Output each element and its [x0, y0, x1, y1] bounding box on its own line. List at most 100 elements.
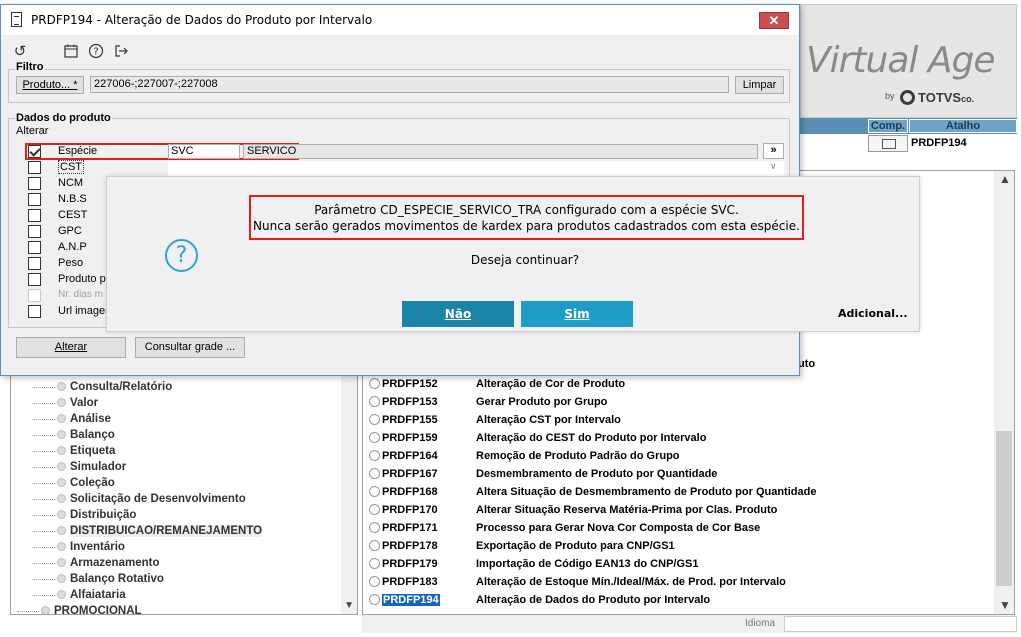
list-item[interactable]: PRDFP170 Alterar Situação Reserva Matéria… — [369, 501, 777, 519]
property-checkbox[interactable] — [28, 225, 41, 238]
list-item-code: PRDFP170 — [382, 504, 438, 516]
tree-scrollbar[interactable]: ▼ — [341, 373, 357, 614]
consultar-grade-button[interactable]: Consultar grade ... — [135, 337, 245, 358]
tree-item[interactable]: Solicitação de Desenvolvimento — [11, 491, 246, 507]
especie-description-field: SERVICO — [243, 144, 758, 159]
tree-item[interactable]: Consulta/Relatório — [11, 379, 172, 395]
list-scrollbar[interactable]: ▲ ▼ — [994, 171, 1014, 614]
tree-item[interactable]: Alfaiataria — [11, 587, 126, 603]
list-item-description: Importação de Código EAN13 do CNP/GS1 — [476, 558, 699, 570]
list-item-description: Processo para Gerar Nova Cor Composta de… — [476, 522, 761, 534]
property-checkbox[interactable] — [28, 305, 41, 318]
list-item[interactable]: PRDFP194 Alteração de Dados do Produto po… — [369, 591, 710, 609]
status-label-idioma: Idioma — [745, 618, 776, 629]
list-item-code: PRDFP155 — [382, 414, 438, 426]
property-checkbox[interactable] — [28, 273, 41, 286]
radio-icon — [369, 450, 380, 461]
tree-item[interactable]: Coleção — [11, 475, 115, 491]
tree-item-label: PROMOCIONAL — [54, 605, 142, 615]
tree-node-icon — [57, 462, 66, 471]
list-item-description: Alteração do CEST do Produto por Interva… — [476, 432, 707, 444]
tree-item[interactable]: Simulador — [11, 459, 126, 475]
tree-item[interactable]: Valor — [11, 395, 98, 411]
radio-icon — [369, 414, 380, 425]
close-button[interactable]: ✕ — [759, 12, 789, 29]
produto-button[interactable]: Produto... * — [16, 76, 84, 94]
list-item[interactable]: PRDFP153 Gerar Produto por Grupo — [369, 393, 607, 411]
column-header-comp[interactable]: Comp. — [868, 119, 908, 133]
property-checkbox[interactable] — [28, 209, 41, 222]
list-item-description: Remoção de Produto Padrão do Grupo — [476, 450, 680, 462]
property-checkbox[interactable] — [28, 289, 41, 302]
list-item[interactable]: PRDFP152 Alteração de Cor de Produto — [369, 375, 625, 393]
property-checkbox[interactable] — [28, 193, 41, 206]
calendar-icon[interactable] — [62, 43, 80, 61]
tree-item[interactable]: DISTRIBUICAO/REMANEJAMENTO — [11, 523, 263, 539]
list-item[interactable]: PRDFP155 Alteração CST por Intervalo — [369, 411, 621, 429]
adicional-button[interactable]: Adicional... — [838, 307, 908, 320]
tree-item[interactable]: Distribuição — [11, 507, 136, 523]
exit-icon[interactable] — [112, 43, 130, 61]
totvs-logo-text: TOTVSco. — [918, 90, 975, 105]
status-field-idioma[interactable] — [784, 616, 1017, 632]
list-item-code: PRDFP183 — [382, 576, 438, 588]
list-item-code: PRDFP178 — [382, 540, 438, 552]
property-checkbox[interactable] — [28, 241, 41, 254]
scroll-thumb[interactable] — [996, 431, 1012, 586]
tree-node-icon — [57, 398, 66, 407]
tree-item-label: Solicitação de Desenvolvimento — [70, 493, 246, 505]
list-item-description: Exportação de Produto para CNP/GS1 — [476, 540, 675, 552]
property-label: Produto p — [58, 273, 106, 285]
property-checkbox[interactable] — [28, 257, 41, 270]
tree-item[interactable]: Inventário — [11, 539, 125, 555]
property-checkbox[interactable] — [28, 177, 41, 190]
tree-item[interactable]: Balanço — [11, 427, 115, 443]
list-item[interactable]: PRDFP183 Alteração de Estoque Mín./Ideal/… — [369, 573, 786, 591]
nao-button[interactable]: Não — [402, 301, 514, 327]
tree-node-icon — [57, 542, 66, 551]
cst-field[interactable] — [168, 161, 784, 176]
tree-item[interactable]: Análise — [11, 411, 111, 427]
tree-item[interactable]: Etiqueta — [11, 443, 115, 459]
scroll-up-icon[interactable]: ▲ — [999, 172, 1011, 186]
radio-icon — [369, 396, 380, 407]
alterar-button[interactable]: Alterar — [16, 337, 126, 358]
list-item[interactable]: PRDFP171 Processo para Gerar Nova Cor Com… — [369, 519, 760, 537]
column-header-atalho[interactable]: Atalho — [909, 119, 1017, 133]
radio-icon — [369, 522, 380, 533]
list-item[interactable]: PRDFP179 Importação de Código EAN13 do CN… — [369, 555, 698, 573]
list-item-code: PRDFP194 — [382, 594, 440, 606]
title-bar[interactable]: PRDFP194 - Alteração de Dados do Produto… — [1, 5, 799, 35]
especie-code-input[interactable]: SVC — [168, 144, 240, 159]
limpar-button[interactable]: Limpar — [735, 76, 784, 94]
tree-node-icon — [57, 526, 66, 535]
list-item-description: Alterar Situação Reserva Matéria-Prima p… — [476, 504, 778, 516]
atalho-cell[interactable]: PRDFP194 — [911, 137, 967, 149]
tree-item-label: Balanço — [70, 429, 115, 441]
property-checkbox[interactable] — [28, 161, 41, 174]
comp-cell[interactable] — [868, 135, 908, 152]
list-item[interactable]: PRDFP159 Alteração do CEST do Produto por… — [369, 429, 706, 447]
list-item[interactable]: PRDFP178 Exportação de Produto para CNP/G… — [369, 537, 675, 555]
sim-button[interactable]: Sim — [521, 301, 633, 327]
tree-item[interactable]: Armazenamento — [11, 555, 159, 571]
list-item-code: PRDFP159 — [382, 432, 438, 444]
product-filter-field[interactable]: 227006-;227007-;227008 — [90, 76, 729, 93]
tree-item[interactable]: PROMOCIONAL — [11, 603, 142, 615]
document-icon — [11, 12, 22, 27]
list-partial-text: uto — [798, 358, 816, 370]
refresh-icon[interactable]: ↺ — [11, 43, 29, 61]
tree-item-label: Alfaiataria — [70, 589, 126, 601]
list-item[interactable]: PRDFP167 Desmembramento de Produto por Qu… — [369, 465, 717, 483]
chevron-down-icon[interactable]: ∨ — [770, 161, 777, 172]
scroll-down-icon[interactable]: ▼ — [999, 598, 1011, 612]
menu-tree[interactable]: Consulta/Relatório Valor Análise Balanço Eti… — [10, 372, 358, 615]
especie-lookup-button[interactable]: » — [763, 143, 784, 159]
window-toolbar: ↺ ? — [1, 39, 799, 65]
list-item-code: PRDFP167 — [382, 468, 438, 480]
list-item[interactable]: PRDFP168 Altera Situação de Desmembrament… — [369, 483, 816, 501]
tree-item[interactable]: Balanço Rotativo — [11, 571, 164, 587]
help-icon[interactable]: ? — [87, 43, 105, 61]
scroll-down-icon[interactable]: ▼ — [344, 600, 354, 611]
list-item[interactable]: PRDFP164 Remoção de Produto Padrão do Gru… — [369, 447, 680, 465]
